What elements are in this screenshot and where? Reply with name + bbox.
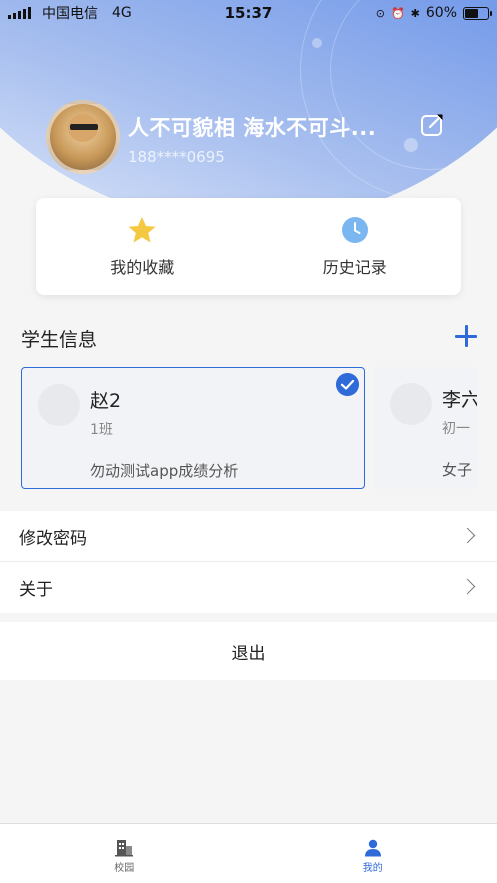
student-school: 女子	[442, 461, 473, 479]
alarm-icon: ⏰	[390, 6, 405, 20]
change-password-item[interactable]: 修改密码	[0, 511, 497, 562]
student-name: 李六	[442, 389, 477, 411]
settings-menu: 修改密码 关于	[0, 511, 497, 613]
edit-icon[interactable]	[420, 113, 444, 137]
menu-item-label: 关于	[19, 580, 53, 600]
quick-actions-card: 我的收藏 历史记录	[36, 198, 461, 295]
favorites-button[interactable]: 我的收藏	[36, 198, 249, 295]
avatar[interactable]	[46, 100, 120, 174]
menu-item-label: 修改密码	[19, 528, 87, 549]
about-item[interactable]: 关于	[0, 562, 497, 613]
network-label: 4G	[112, 5, 132, 21]
orientation-lock-icon: ⊙	[375, 6, 385, 20]
bluetooth-icon: ✱	[410, 6, 420, 20]
tab-mine[interactable]: 我的	[249, 824, 497, 883]
chevron-right-icon	[459, 578, 476, 595]
student-avatar	[390, 383, 432, 425]
signal-icon	[8, 7, 31, 19]
history-label: 历史记录	[322, 258, 387, 277]
students-section-title: 学生信息	[21, 329, 98, 351]
student-card[interactable]: 李六 初一 女子	[374, 367, 477, 489]
clock-icon	[341, 217, 368, 243]
star-icon	[128, 217, 156, 243]
tab-bar: 校园 我的	[0, 823, 497, 883]
add-student-button[interactable]	[455, 325, 477, 347]
history-button[interactable]: 历史记录	[249, 198, 462, 295]
person-icon	[364, 839, 381, 857]
student-name: 赵2	[90, 390, 122, 412]
favorites-label: 我的收藏	[110, 258, 175, 277]
chevron-right-icon	[459, 527, 476, 544]
building-icon	[115, 840, 134, 857]
student-school: 勿动测试app成绩分析	[90, 462, 239, 480]
logout-label: 退出	[231, 643, 266, 664]
tab-label: 我的	[362, 863, 383, 874]
check-icon	[336, 373, 359, 396]
tab-label: 校园	[114, 863, 135, 874]
tab-campus[interactable]: 校园	[0, 824, 249, 883]
battery-percent: 60%	[425, 5, 457, 21]
student-class: 1班	[90, 422, 113, 438]
student-card-selected[interactable]: 赵2 1班 勿动测试app成绩分析	[21, 367, 365, 489]
student-class: 初一	[442, 421, 470, 437]
phone-number: 188****0695	[128, 148, 225, 166]
username: 人不可貌相 海水不可斗...	[128, 116, 377, 140]
profile-header[interactable]: 人不可貌相 海水不可斗... 188****0695	[46, 100, 376, 174]
battery-icon	[463, 6, 492, 20]
logout-button[interactable]: 退出	[0, 622, 497, 680]
carrier-label: 中国电信	[42, 6, 98, 22]
students-carousel[interactable]: 赵2 1班 勿动测试app成绩分析 李六 初一 女子	[21, 367, 477, 491]
status-bar: 中国电信 4G 15:37 ⊙ ⏰ ✱ 60%	[0, 0, 497, 26]
student-avatar	[38, 384, 80, 426]
